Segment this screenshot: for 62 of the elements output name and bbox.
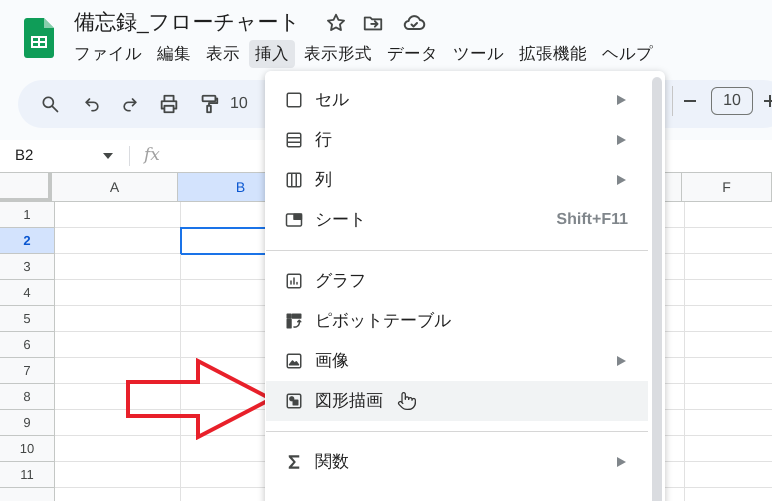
grid-cell[interactable] — [55, 306, 181, 332]
drawing-icon — [285, 392, 303, 410]
row-header[interactable]: 6 — [0, 332, 55, 358]
grid-cell[interactable] — [55, 410, 181, 436]
menu-bar-item[interactable]: 表示形式 — [298, 40, 378, 68]
grid-cell[interactable] — [55, 254, 181, 280]
menu-bar-item[interactable]: ファイル — [68, 40, 148, 68]
font-size-field[interactable]: 10 — [711, 87, 753, 115]
menu-bar-item[interactable]: ツール — [447, 40, 510, 68]
function-label: fx — [144, 144, 160, 168]
menu-item[interactable]: ピボットテーブル — [266, 301, 648, 341]
menu-bar-item[interactable]: 挿入 — [249, 40, 295, 68]
menu-bar-item[interactable]: 表示 — [200, 40, 246, 68]
document-title[interactable]: 備忘録_フローチャート — [72, 9, 303, 37]
row-header[interactable]: 5 — [0, 306, 55, 332]
square-icon — [285, 91, 303, 109]
grid-cell[interactable] — [55, 462, 181, 488]
name-box[interactable]: B2 — [15, 144, 95, 168]
menu-item[interactable]: シート Shift+F11 — [266, 200, 648, 240]
pointer-hand-icon — [397, 391, 417, 411]
menu-item[interactable]: 関数 — [266, 442, 648, 482]
column-header[interactable]: F — [682, 173, 772, 202]
row-header[interactable]: 1 — [0, 202, 55, 228]
dropdown-caret-icon[interactable] — [103, 153, 113, 159]
row-header[interactable]: 2 — [0, 228, 55, 254]
chart-icon — [285, 272, 303, 290]
pivot-table-icon — [285, 312, 303, 330]
menu-item[interactable]: グラフ — [266, 261, 648, 301]
row-header[interactable]: 11 — [0, 462, 55, 488]
row-header[interactable]: 10 — [0, 436, 55, 462]
menu-bar-item[interactable]: 編集 — [151, 40, 197, 68]
print-icon — [158, 93, 180, 115]
row-header[interactable]: 3 — [0, 254, 55, 280]
grid-cell[interactable] — [55, 332, 181, 358]
sheet-icon — [285, 211, 303, 229]
image-icon — [285, 352, 303, 370]
star-icon — [324, 12, 347, 34]
grid-cell[interactable] — [55, 384, 181, 410]
row-header[interactable]: 4 — [0, 280, 55, 306]
columns-icon — [285, 171, 303, 189]
menu-bar-item[interactable]: データ — [381, 40, 444, 68]
spreadsheet-logo-icon — [24, 18, 54, 58]
row-header[interactable]: 7 — [0, 358, 55, 384]
scrollbar[interactable] — [652, 77, 662, 501]
rows-icon — [285, 131, 303, 149]
row-header[interactable]: 9 — [0, 410, 55, 436]
menu-item[interactable]: セル — [266, 80, 648, 120]
column-header[interactable]: A — [52, 173, 178, 202]
shortcut-label: Shift+F11 — [556, 210, 628, 230]
zoom-field[interactable]: 10 — [230, 92, 248, 116]
grid-cell[interactable] — [55, 280, 181, 306]
menu-bar-item[interactable]: ヘルプ — [596, 40, 659, 68]
search-icon — [40, 94, 60, 114]
row-header[interactable]: 8 — [0, 384, 55, 410]
grid-cell[interactable] — [55, 358, 181, 384]
corner-cell[interactable] — [0, 173, 52, 202]
grid-cell[interactable] — [55, 436, 181, 462]
menu-item[interactable]: 画像 — [266, 341, 648, 381]
menu-bar-item[interactable]: 拡張機能 — [513, 40, 593, 68]
menu-item[interactable]: 行 — [266, 120, 648, 160]
menu-item[interactable]: 図形描画 — [266, 381, 648, 421]
grid-cell[interactable] — [55, 202, 181, 228]
